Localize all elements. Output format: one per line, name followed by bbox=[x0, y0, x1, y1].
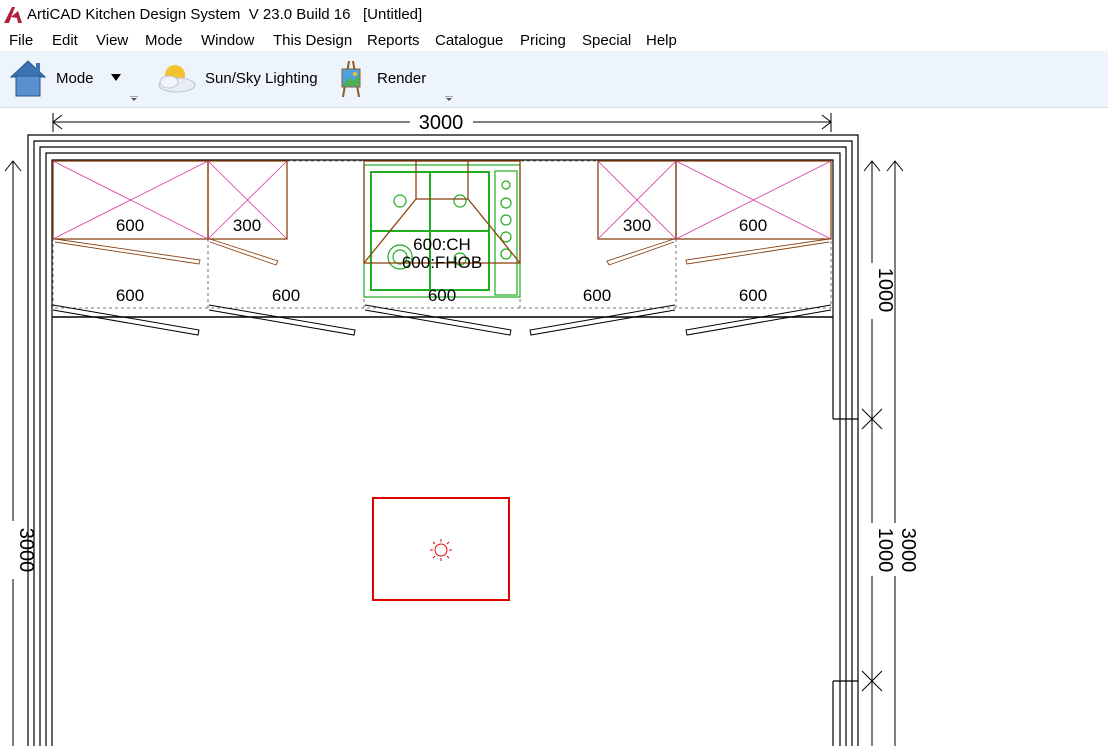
wall-unit-size-label: 300 bbox=[623, 216, 651, 235]
width-dimension-label: 3000 bbox=[419, 112, 464, 134]
menu-view[interactable]: View bbox=[96, 32, 128, 49]
mode-dropdown-arrow-icon[interactable] bbox=[110, 73, 122, 83]
base-unit-size-label: 600 bbox=[583, 286, 611, 305]
design-canvas[interactable]: 3000 3000 1000 1000 3000 600 300 300 600… bbox=[0, 107, 1108, 746]
wall-unit bbox=[675, 160, 832, 265]
left-dimension bbox=[4, 160, 22, 746]
sun-cloud-icon bbox=[158, 65, 196, 93]
menu-bar: File Edit View Mode Window This Design R… bbox=[0, 30, 1108, 51]
base-unit-doors bbox=[52, 304, 832, 336]
menu-edit[interactable]: Edit bbox=[52, 32, 78, 49]
right-dimensions bbox=[861, 160, 904, 746]
wall-unit-size-label: 600 bbox=[739, 216, 767, 235]
house-icon bbox=[9, 60, 47, 97]
paint-easel-icon bbox=[341, 60, 361, 98]
base-unit-size-label: 600 bbox=[428, 286, 456, 305]
sun-sky-lighting-button[interactable]: Sun/Sky Lighting bbox=[155, 55, 323, 103]
wall-unit bbox=[207, 160, 288, 266]
wall-unit bbox=[597, 160, 677, 266]
right-top-segment-label: 1000 bbox=[874, 268, 896, 313]
room-walls bbox=[27, 134, 859, 746]
chevron-down-icon[interactable] bbox=[445, 96, 453, 102]
right-height-dimension-label: 3000 bbox=[897, 528, 919, 573]
menu-reports[interactable]: Reports bbox=[367, 32, 420, 49]
title-bar: ArtiCAD Kitchen Design System V 23.0 Bui… bbox=[0, 0, 1108, 30]
chevron-down-icon[interactable] bbox=[130, 96, 138, 102]
render-label: Render bbox=[377, 70, 427, 87]
right-mid-segment-label: 1000 bbox=[874, 528, 896, 573]
left-height-dimension-label: 3000 bbox=[15, 528, 37, 573]
sun-sky-lighting-label: Sun/Sky Lighting bbox=[205, 70, 318, 87]
base-unit-size-label: 600 bbox=[116, 286, 144, 305]
menu-special[interactable]: Special bbox=[582, 32, 631, 49]
mode-button[interactable]: Mode bbox=[4, 55, 144, 103]
extractor-label: 600:CH bbox=[413, 235, 471, 254]
menu-file[interactable]: File bbox=[9, 32, 33, 49]
menu-pricing[interactable]: Pricing bbox=[520, 32, 566, 49]
mode-label: Mode bbox=[56, 70, 94, 87]
wall-unit bbox=[52, 160, 209, 265]
light-icon bbox=[430, 539, 452, 561]
wall-unit-size-label: 600 bbox=[116, 216, 144, 235]
base-unit-size-label: 600 bbox=[739, 286, 767, 305]
menu-mode[interactable]: Mode bbox=[145, 32, 183, 49]
menu-window[interactable]: Window bbox=[201, 32, 254, 49]
menu-catalogue[interactable]: Catalogue bbox=[435, 32, 503, 49]
ribbon-toolbar: Mode Sun/Sky Lighting Render bbox=[0, 51, 1108, 107]
articad-logo-icon bbox=[4, 7, 22, 23]
floor-plan-drawing[interactable]: 3000 3000 1000 1000 3000 600 300 300 600… bbox=[0, 108, 1108, 746]
hob-appliance[interactable] bbox=[363, 164, 521, 298]
hob-label: 600:FHOB bbox=[402, 253, 482, 272]
menu-this-design[interactable]: This Design bbox=[273, 32, 352, 49]
menu-help[interactable]: Help bbox=[646, 32, 677, 49]
base-unit-size-label: 600 bbox=[272, 286, 300, 305]
window-title: ArtiCAD Kitchen Design System V 23.0 Bui… bbox=[27, 6, 423, 23]
render-button[interactable]: Render bbox=[335, 55, 455, 103]
light-fitting-selection[interactable] bbox=[372, 497, 510, 601]
wall-unit-size-label: 300 bbox=[233, 216, 261, 235]
